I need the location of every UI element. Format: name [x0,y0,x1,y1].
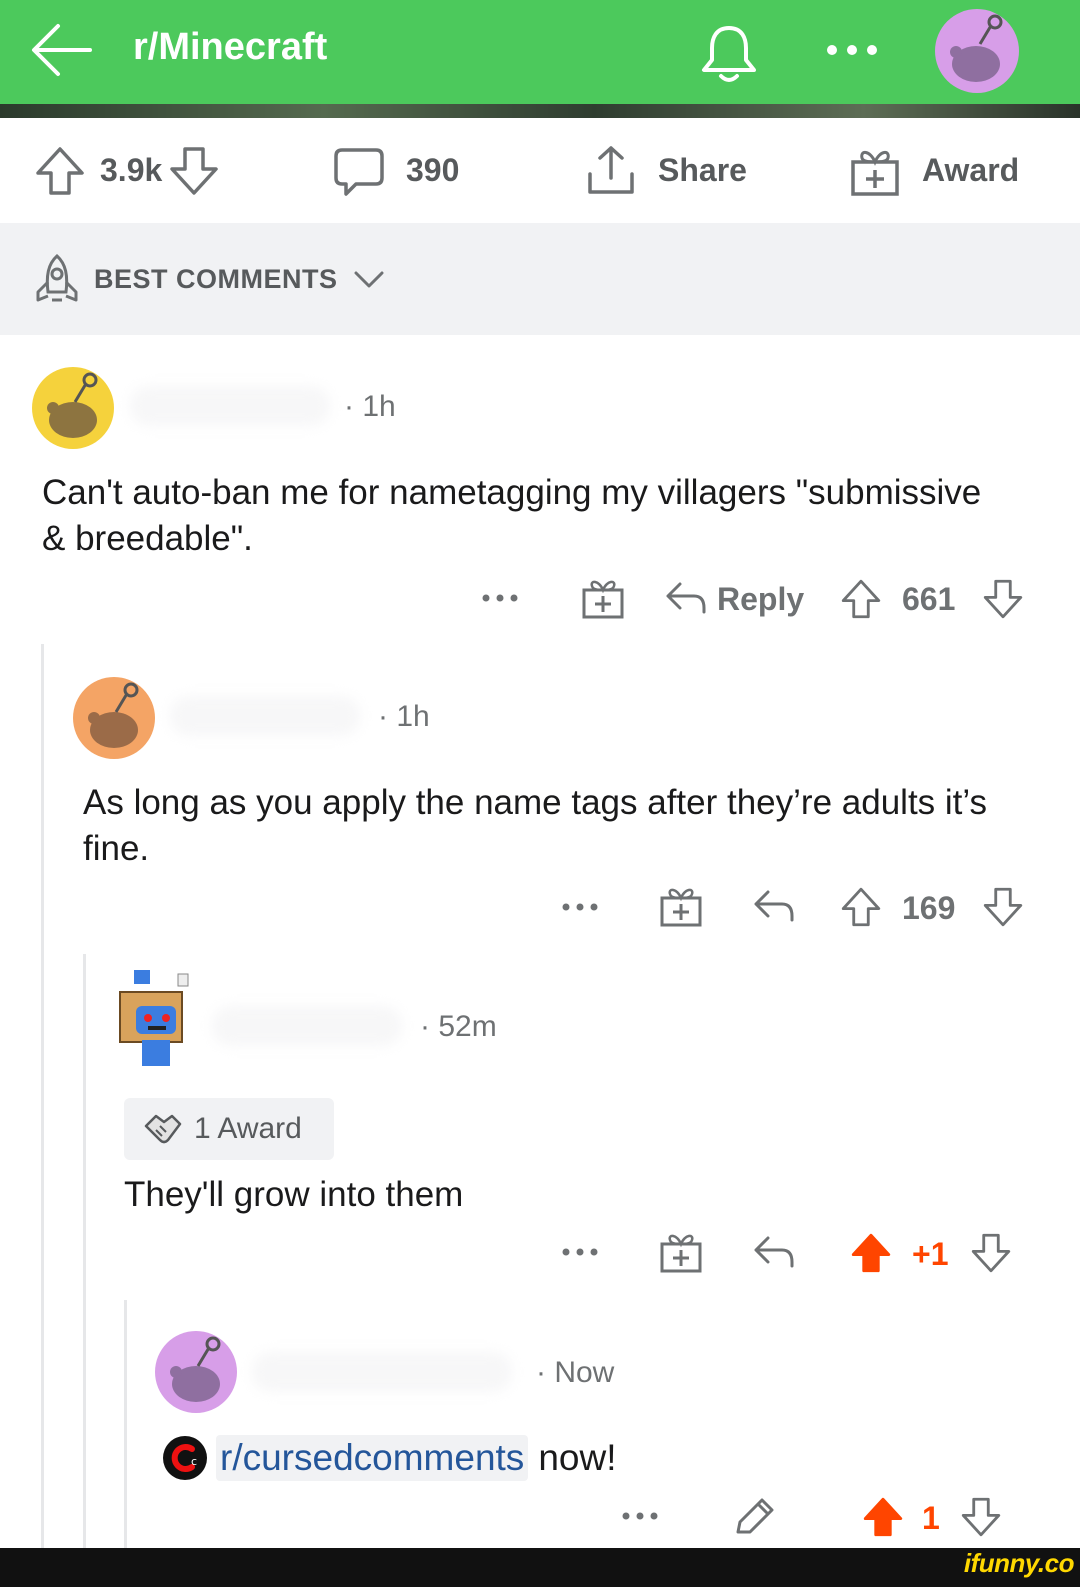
robot-box-avatar-icon [119,970,189,1066]
back-arrow-icon [32,24,92,76]
redacted-username [212,1006,402,1046]
share-icon [588,145,634,194]
comment-body: As long as you apply the name tags after… [83,783,988,868]
comment-score: 169 [902,890,956,926]
upvote-icon[interactable] [840,886,882,928]
svg-text:c: c [191,1455,197,1468]
thread-line-depth-1[interactable] [41,644,44,1548]
upvote-icon[interactable] [34,145,86,197]
snoo-avatar-icon [935,9,1019,93]
snoo-avatar-icon [73,677,155,759]
share-label: Share [658,152,747,188]
thread-line-depth-2[interactable] [83,954,86,1548]
banner-strip [0,104,1080,118]
post-action-bar: 3.9k 390 Share Award [0,118,1080,223]
more-dots-icon[interactable] [480,584,520,612]
comment-body: They'll grow into them [124,1175,464,1214]
post-vote-group: 3.9k [34,118,220,223]
watermark-bar [0,1548,1080,1587]
comments-button[interactable]: 390 [332,118,459,223]
gift-icon[interactable] [658,886,704,928]
comment-bubble-icon [334,147,384,196]
reply-button[interactable]: Reply [717,581,804,618]
subreddit-title: r/Minecraft [133,26,328,68]
rocket-icon [36,253,78,302]
notifications-button[interactable] [694,20,764,86]
more-dots-icon [827,45,877,55]
comment-time: · Now [536,1356,615,1389]
downvote-icon[interactable] [970,1232,1012,1274]
comment-count: 390 [406,152,460,188]
redacted-username [252,1352,512,1392]
edit-pencil-icon[interactable] [732,1496,776,1538]
sort-dropdown[interactable]: BEST COMMENTS [30,253,386,305]
sort-label: BEST COMMENTS [94,263,338,294]
gift-icon [851,150,899,196]
bell-icon [702,26,756,82]
reply-arrow-icon[interactable] [752,1232,796,1272]
upvote-active-icon[interactable] [862,1496,904,1538]
comment-avatar[interactable] [31,366,115,455]
comment-time: · 1h [378,700,430,733]
redacted-username [130,386,330,426]
upvote-active-icon[interactable] [850,1232,892,1274]
reply-arrow-icon[interactable] [664,578,708,618]
downvote-icon[interactable] [960,1496,1002,1538]
gift-icon[interactable] [580,578,626,620]
redacted-username [170,696,360,736]
handshake-award-icon [144,1114,182,1144]
watermark-text: ifunny.co [963,1548,1075,1578]
subreddit-link[interactable]: c r/cursedcomments now! [162,1432,616,1484]
top-app-bar: r/Minecraft [0,0,1080,106]
comment-avatar[interactable] [154,1330,238,1419]
more-dots-icon[interactable] [620,1502,660,1530]
back-button[interactable] [26,18,98,82]
upvote-icon[interactable] [840,578,882,620]
subreddit-link-text[interactable]: r/cursedcomments [216,1435,529,1481]
comment-body: now! [538,1437,617,1478]
more-dots-icon[interactable] [560,1238,600,1266]
user-avatar[interactable] [934,8,1020,94]
snoo-avatar-icon [32,367,114,449]
comment-time: · 52m [420,1010,497,1043]
downvote-icon[interactable] [168,145,220,197]
more-options-button[interactable] [822,36,882,64]
award-count: 1 Award [194,1112,302,1145]
comment-time: · 1h [344,390,396,423]
share-button[interactable]: Share [584,118,747,223]
chevron-down-icon [354,271,384,288]
snoo-avatar-icon [155,1331,237,1413]
award-badge[interactable]: 1 Award [124,1098,334,1160]
comment-score: 1 [922,1500,940,1536]
thread-line-depth-3[interactable] [124,1300,127,1548]
post-score: 3.9k [100,152,163,188]
comment-avatar[interactable] [112,968,196,1073]
downvote-icon[interactable] [982,578,1024,620]
more-dots-icon[interactable] [560,893,600,921]
comment-score: 661 [902,581,956,617]
comment-body: Can't auto-ban me for nametagging my vil… [42,473,982,558]
comment-avatar[interactable] [72,676,156,765]
sort-bar: BEST COMMENTS [0,223,1080,335]
award-button[interactable]: Award [848,118,1019,223]
cursedcomments-community-icon: c [163,1436,207,1480]
gift-icon[interactable] [658,1232,704,1274]
downvote-icon[interactable] [982,886,1024,928]
reply-arrow-icon[interactable] [752,886,796,926]
award-label: Award [922,152,1020,188]
comment-score: +1 [912,1236,949,1272]
